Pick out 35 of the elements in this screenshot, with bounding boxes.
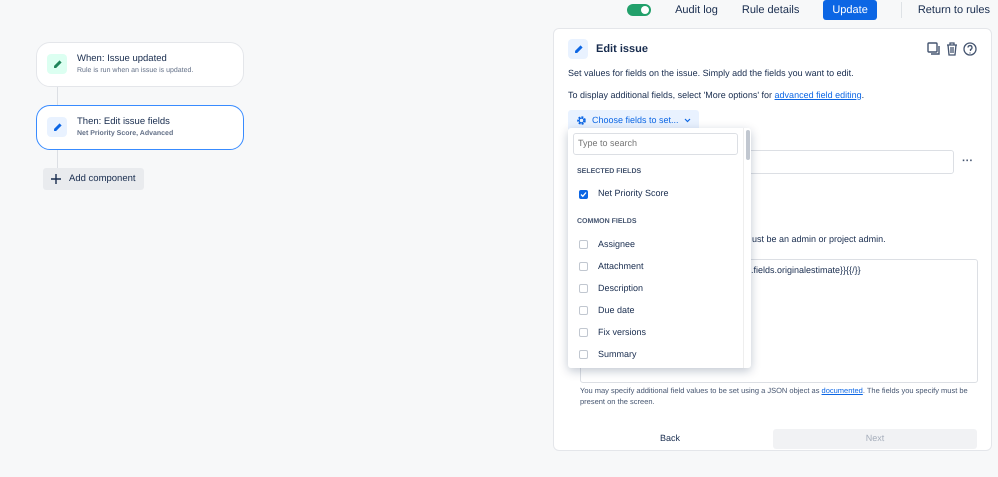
node-title: Then: Edit issue fields (77, 114, 171, 129)
plus-icon (51, 174, 61, 184)
checkbox[interactable] (579, 350, 588, 359)
copy-icon[interactable] (927, 42, 941, 56)
return-link[interactable]: Return to rules (900, 2, 990, 18)
more-button[interactable]: ··· (958, 153, 977, 170)
caret-icon (684, 118, 691, 124)
checkbox[interactable] (579, 306, 588, 315)
help-icon[interactable] (963, 42, 977, 56)
update-button[interactable]: Update (823, 0, 877, 20)
advanced-editing-link[interactable]: advanced field editing (774, 90, 862, 100)
pencil-icon (52, 58, 62, 70)
field-option[interactable]: Assignee (573, 234, 738, 256)
panel-hint: To display additional fields, select 'More options' for advanced field editing. (568, 88, 866, 102)
field-option[interactable]: Net Priority Score (573, 183, 738, 205)
search-field[interactable]: Type to search (573, 133, 738, 154)
toggle-switch[interactable] (627, 4, 652, 16)
node-title: When: Issue updated (77, 52, 168, 66)
panel-title: Edit issue (596, 42, 648, 57)
checkbox[interactable] (579, 328, 588, 337)
pencil-icon (52, 122, 62, 133)
checkbox[interactable] (579, 284, 588, 293)
header-link[interactable]: Audit log (675, 2, 718, 18)
panel-description: Set values for fields on the issue. Simply add the fields you want to edit. (568, 67, 855, 80)
admin-note: ust be an admin or project admin. (751, 234, 886, 244)
checkbox[interactable] (579, 262, 588, 271)
scrollbar[interactable] (743, 128, 751, 368)
header-link[interactable]: Rule details (742, 2, 800, 18)
gear-icon (576, 115, 587, 126)
checkbox[interactable] (579, 240, 588, 249)
trash-icon[interactable] (945, 42, 959, 56)
add-component-button[interactable]: Add component (43, 168, 144, 190)
checkbox[interactable] (579, 190, 588, 198)
back-button[interactable]: Back (580, 431, 760, 447)
pencil-icon (572, 44, 584, 54)
